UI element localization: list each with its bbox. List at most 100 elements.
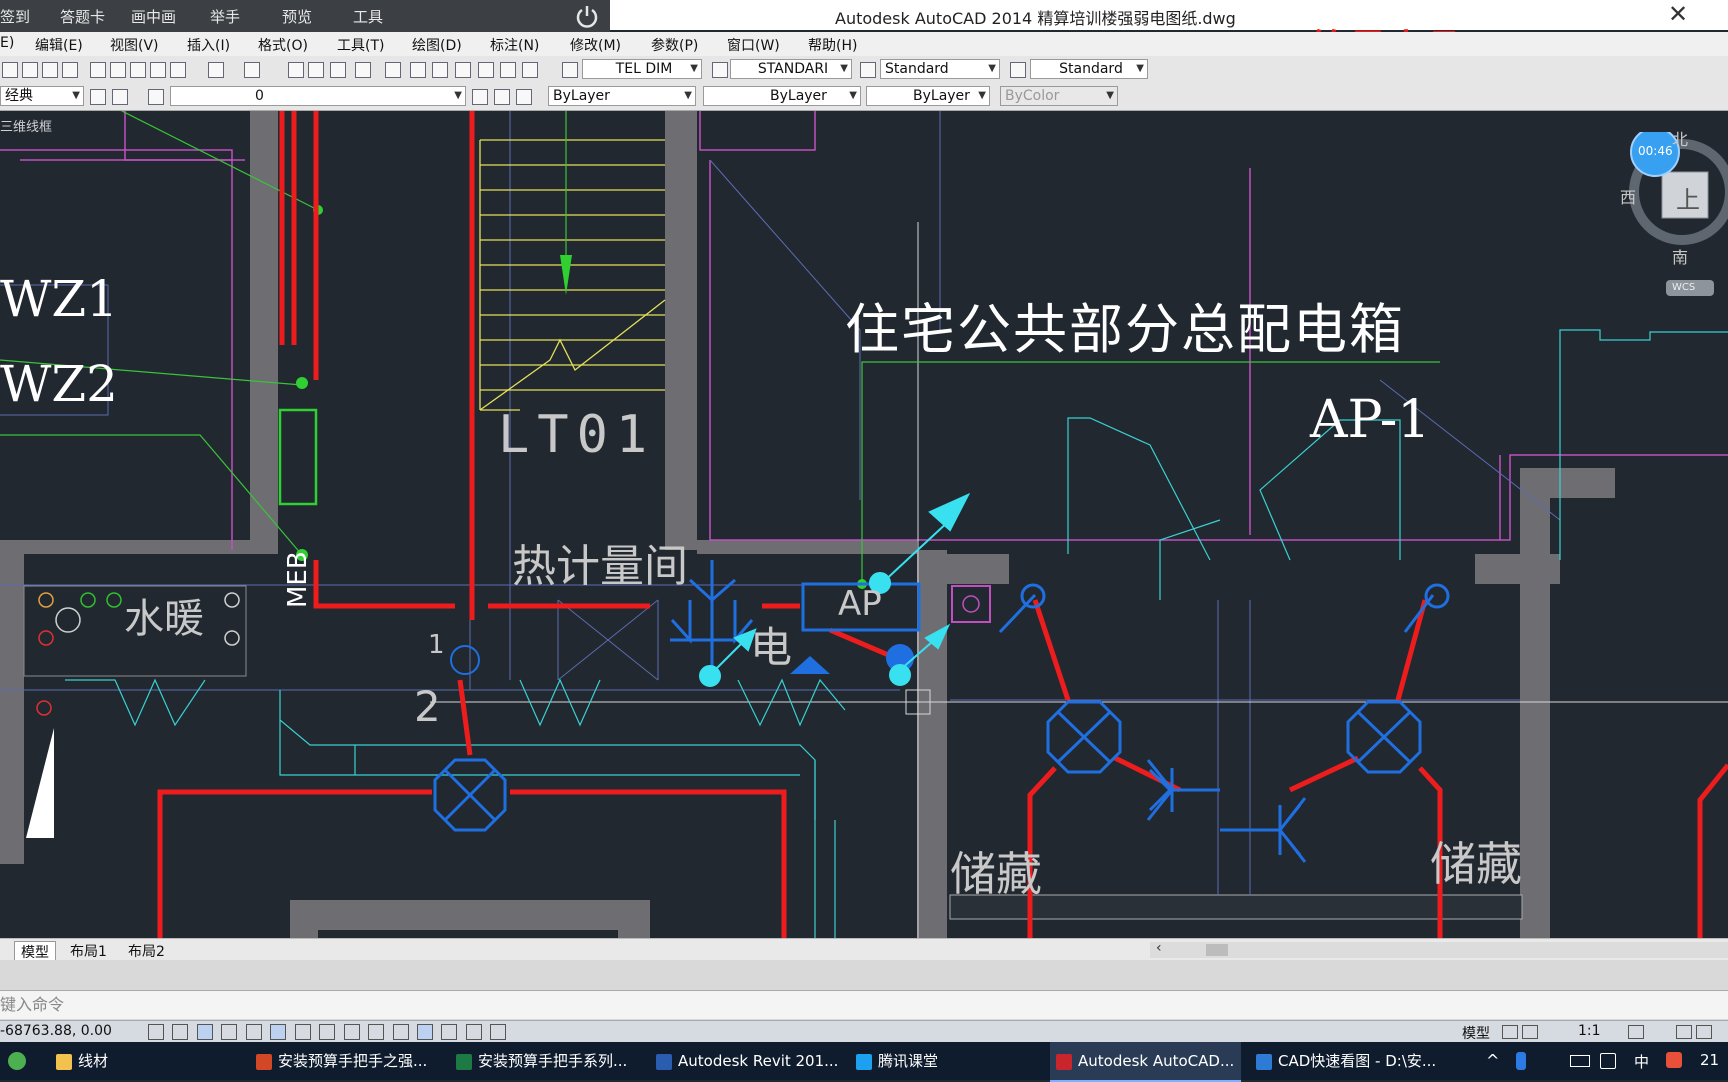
open-icon[interactable] [22,62,38,78]
design-center-icon[interactable] [410,62,426,78]
workspace-settings-icon[interactable] [90,89,106,105]
taskbar-item-cad-viewer[interactable]: CAD快速看图 - D:\安... [1250,1042,1446,1080]
snap-mode-icon[interactable] [172,1024,189,1040]
viewcube-west[interactable]: 西 [1620,184,1636,208]
power-icon[interactable] [574,3,600,29]
sogou-icon[interactable] [1666,1052,1682,1068]
clock-text[interactable]: 21 [1700,1051,1719,1069]
coordinates-readout[interactable]: -68763.88, 0.00 [0,1023,112,1039]
lineweight-select[interactable]: ByLayer ▼ [866,86,990,106]
visual-style-label[interactable]: 三维线框 [0,116,52,135]
menu-window[interactable]: 窗口(W) [727,35,780,55]
model-space-button[interactable]: 模型 [1462,1023,1490,1043]
raise-hand-button[interactable]: 举手 [210,6,240,27]
bluetooth-icon[interactable] [1516,1052,1526,1070]
dynamic-input-icon[interactable] [368,1024,385,1040]
layer-previous-icon[interactable] [494,89,510,105]
3d-osnap-icon[interactable] [294,1024,311,1040]
tool-palettes-icon[interactable] [432,62,448,78]
command-input[interactable]: 键入命令 [0,991,64,1019]
dim-style-icon[interactable] [712,62,728,78]
properties-icon[interactable] [385,62,401,78]
drawing-viewport[interactable]: 三维线框 住宅公共部分总配电箱 WZ1 WZ2 MEB LT01 热计量间 水暖… [0,109,1728,940]
viewcube-top[interactable]: 上 [1676,180,1700,215]
toolbar-lock-icon[interactable] [1696,1025,1712,1039]
taskbar-item-tencent-classroom[interactable]: 腾讯课堂 [850,1042,1041,1080]
viewcube-south[interactable]: 南 [1672,244,1688,268]
horizontal-scrollbar[interactable]: ‹ [1150,940,1728,958]
layer-state-icon[interactable] [516,89,532,105]
quick-properties-icon[interactable] [441,1024,458,1040]
taskbar-item-revit[interactable]: Autodesk Revit 201... [650,1042,841,1080]
viewcube-wcs[interactable]: WCS [1672,282,1695,293]
color-select[interactable]: ByLayer ▼ [548,86,696,106]
menu-format[interactable]: 格式(O) [258,35,308,55]
ime-indicator[interactable]: 中 [1634,1051,1649,1072]
quick-view-drawings-icon[interactable] [1522,1025,1538,1039]
scroll-left-icon[interactable]: ‹ [1156,940,1162,956]
zoom-realtime-icon[interactable] [308,62,324,78]
text-style-select[interactable]: TEL DIM ▼ [582,59,702,79]
annotation-monitor-icon[interactable] [490,1024,507,1040]
quickcalc-icon[interactable] [500,62,516,78]
help-icon[interactable] [522,62,538,78]
preview-button[interactable]: 预览 [282,6,312,27]
taskbar-item-powerpoint[interactable]: 安装预算手把手之强... [250,1042,441,1080]
zoom-previous-icon[interactable] [355,62,371,78]
table-style-icon[interactable] [860,62,876,78]
workspace-switching-icon[interactable] [1676,1025,1692,1039]
menu-modify[interactable]: 修改(M) [570,35,621,55]
battery-icon[interactable] [1570,1055,1590,1067]
zoom-window-icon[interactable] [330,62,346,78]
menu-view[interactable]: 视图(V) [110,35,159,55]
menu-parametric[interactable]: 参数(P) [651,35,698,55]
dim-style-select[interactable]: STANDARI ▼ [730,59,852,79]
redo-icon[interactable] [244,62,260,78]
menu-file[interactable]: E) [0,35,14,51]
lineweight-toggle-icon[interactable] [392,1024,409,1040]
new-icon[interactable] [2,62,18,78]
workspace-select[interactable]: 经典 ▼ [0,86,84,106]
transparency-icon[interactable] [416,1024,433,1040]
command-line[interactable]: 键入命令 [0,990,1728,1019]
start-icon[interactable] [8,1052,26,1070]
volume-icon[interactable] [1600,1053,1616,1069]
menu-insert[interactable]: 插入(I) [187,35,230,55]
plot-icon[interactable] [62,62,78,78]
taskbar-item-folder[interactable]: 线材 [50,1042,241,1080]
grid-display-icon[interactable] [196,1024,213,1040]
menu-tools[interactable]: 工具(T) [337,35,384,55]
tab-layout2[interactable]: 布局2 [122,941,171,961]
copy-icon[interactable] [110,62,126,78]
table-style-select[interactable]: Standard ▼ [880,59,1000,79]
selection-cycling-icon[interactable] [465,1024,482,1040]
polar-tracking-icon[interactable] [245,1024,262,1040]
viewcube-north[interactable]: 北 [1672,126,1688,150]
menu-draw[interactable]: 绘图(D) [412,35,462,55]
pan-icon[interactable] [288,62,304,78]
object-snap-icon[interactable] [270,1024,287,1040]
make-current-layer-icon[interactable] [472,89,488,105]
block-editor-icon[interactable] [170,62,186,78]
object-snap-tracking-icon[interactable] [319,1024,336,1040]
quick-view-layouts-icon[interactable] [1502,1025,1518,1039]
matchprop-icon[interactable] [150,62,166,78]
mleader-style-icon[interactable] [1010,62,1026,78]
menu-help[interactable]: 帮助(H) [808,35,857,55]
menu-dimension[interactable]: 标注(N) [490,35,539,55]
cut-icon[interactable] [90,62,106,78]
linetype-select[interactable]: ByLayer ▼ [703,86,861,106]
tools-button[interactable]: 工具 [353,6,383,27]
tab-model[interactable]: 模型 [14,941,56,962]
tab-layout1[interactable]: 布局1 [64,941,113,961]
save-icon[interactable] [42,62,58,78]
menu-edit[interactable]: 编辑(E) [35,35,83,55]
tray-chevron-icon[interactable]: ^ [1486,1051,1499,1070]
viewcube[interactable]: 00:46 北 西 上 南 WCS [1620,127,1728,302]
answer-card-button[interactable]: 答题卡 [60,6,105,27]
infer-constraints-icon[interactable] [148,1024,164,1040]
mleader-style-select[interactable]: Standard ▼ [1030,59,1148,79]
annotation-visibility-icon[interactable] [1628,1025,1644,1039]
annotation-scale-select[interactable]: 1:1 [1578,1023,1601,1039]
taskbar-item-excel[interactable]: 安装预算手把手系列... [450,1042,641,1080]
